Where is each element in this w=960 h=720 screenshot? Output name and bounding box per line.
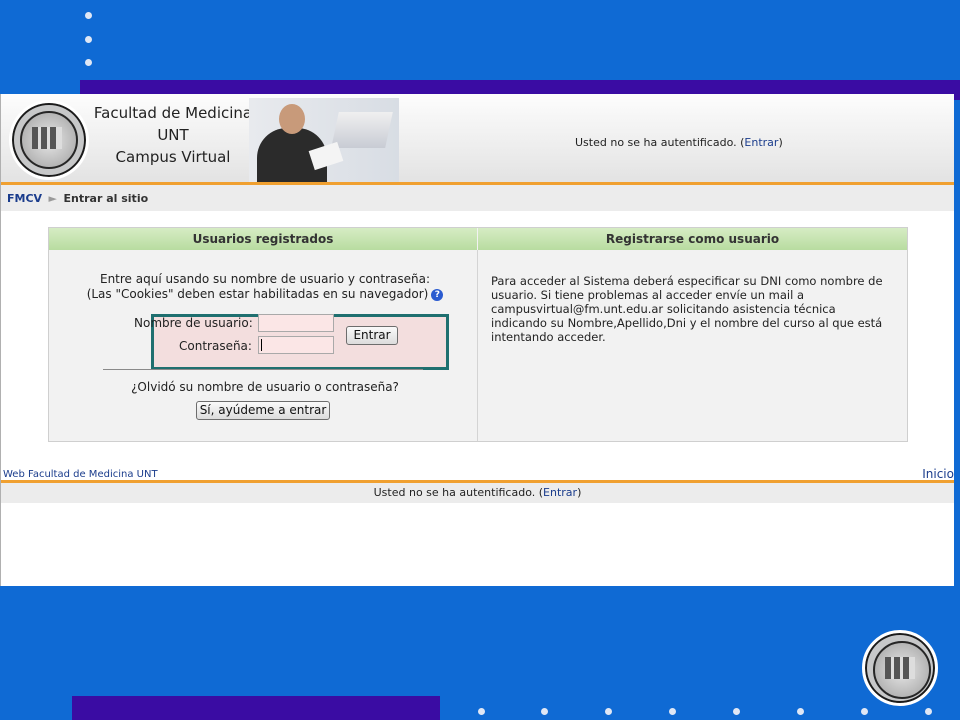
registered-users-heading: Usuarios registrados [49,228,477,250]
bullet-dot [541,708,548,715]
username-input[interactable] [258,314,334,332]
bullet-dot [797,708,804,715]
bullet-dot [605,708,612,715]
bullet-dot [85,12,92,19]
breadcrumb-arrow-icon: ► [48,192,58,205]
login-box: Usuarios registrados Registrarse como us… [48,227,908,442]
site-header: Facultad de Medicina UNT Campus Virtual … [1,94,954,185]
login-status: Usted no se ha autentificado. (Entrar) [575,136,783,149]
slide-accent-bar [72,696,440,720]
bullet-dot [478,708,485,715]
site-title-line2: Campus Virtual [115,148,231,166]
login-button[interactable]: Entrar [346,326,398,345]
site-title-line1: Facultad de Medicina UNT [93,104,253,144]
register-instructions: Para acceder al Sistema deberá especific… [491,274,883,344]
forgot-password-button[interactable]: Sí, ayúdeme a entrar [196,401,330,420]
separator-line [103,369,423,370]
site-title: Facultad de Medicina UNT Campus Virtual [83,102,263,168]
text-caret [261,339,262,351]
university-seal-logo [862,630,938,706]
header-photo [249,98,399,182]
faculty-web-link[interactable]: Web Facultad de Medicina UNT [3,469,158,480]
breadcrumb-home-link[interactable]: FMCV [7,192,42,205]
bullet-dot [85,36,92,43]
bullet-dot [861,708,868,715]
register-heading: Registrarse como usuario [478,228,907,250]
password-input[interactable] [258,336,334,354]
bullet-dot [85,59,92,66]
column-divider [477,250,478,441]
forgot-password-text: ¿Olvidó su nombre de usuario o contraseñ… [131,380,399,394]
breadcrumb: FMCV ► Entrar al sitio [1,185,954,211]
bullet-dot [733,708,740,715]
home-link[interactable]: Inicio [922,467,954,481]
password-label: Contraseña: [179,339,252,353]
bullet-dot [925,708,932,715]
footer-login-link[interactable]: Entrar [543,486,577,499]
footer-login-status: Usted no se ha autentificado. (Entrar) [1,480,954,503]
faculty-seal-logo [9,100,89,180]
help-icon[interactable]: ? [431,288,444,301]
username-label: Nombre de usuario: [134,316,253,330]
bullet-dot [669,708,676,715]
login-link[interactable]: Entrar [744,136,778,149]
login-intro: Entre aquí usando su nombre de usuario y… [75,272,455,302]
breadcrumb-current: Entrar al sitio [63,192,149,205]
browser-page: Facultad de Medicina UNT Campus Virtual … [0,94,954,586]
